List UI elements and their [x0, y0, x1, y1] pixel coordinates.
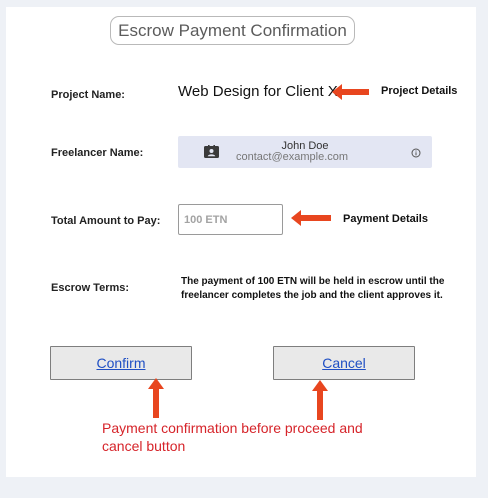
payment-details-annotation: Payment Details [343, 213, 428, 225]
info-icon[interactable] [411, 148, 421, 158]
annotation-note: Payment confirmation before proceed and … [102, 420, 363, 454]
freelancer-contact-card[interactable]: John Doe contact@example.com [178, 136, 432, 168]
confirm-button[interactable]: Confirm [50, 346, 192, 380]
project-name-value: Web Design for Client X [178, 83, 338, 100]
page-title: Escrow Payment Confirmation [110, 16, 355, 45]
arrow-up-icon [312, 380, 328, 420]
escrow-terms-label: Escrow Terms: [51, 282, 130, 294]
amount-input[interactable] [178, 204, 283, 235]
arrow-up-icon [148, 378, 164, 418]
arrow-left-icon [332, 84, 369, 100]
freelancer-email: contact@example.com [236, 151, 349, 163]
project-name-label: Project Name: [51, 89, 125, 101]
freelancer-name-label: Freelancer Name: [51, 147, 144, 159]
arrow-left-icon [291, 210, 331, 226]
escrow-page: Escrow Payment Confirmation Project Name… [6, 7, 476, 477]
cancel-button[interactable]: Cancel [273, 346, 415, 380]
total-amount-label: Total Amount to Pay: [51, 215, 161, 227]
escrow-terms-text: The payment of 100 ETN will be held in e… [181, 276, 445, 301]
project-details-annotation: Project Details [381, 85, 458, 97]
